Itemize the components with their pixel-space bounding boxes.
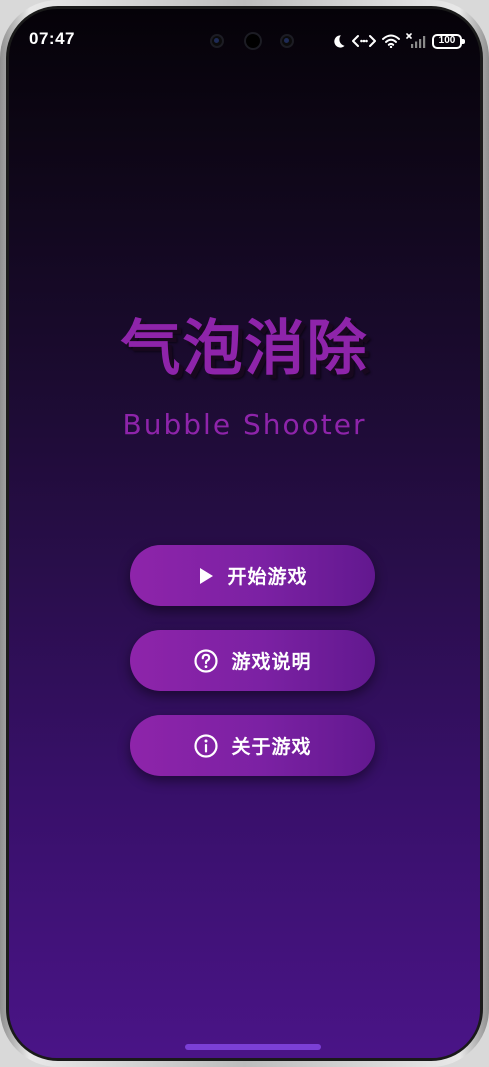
app-title: 气泡消除 bbox=[120, 314, 369, 384]
about-game-button[interactable]: 关于游戏 bbox=[130, 715, 375, 776]
status-icons: 100 bbox=[331, 33, 465, 49]
app-subtitle: Bubble Shooter bbox=[122, 408, 367, 441]
start-game-label: 开始游戏 bbox=[227, 566, 308, 588]
game-instructions-label: 游戏说明 bbox=[231, 651, 312, 673]
phone-bezel: 07:47 100 气泡消除 Bubble Shooter 开始游戏 游戏说明 … bbox=[6, 6, 483, 1061]
wifi-icon bbox=[382, 34, 400, 48]
game-instructions-button[interactable]: 游戏说明 bbox=[130, 630, 375, 691]
play-icon bbox=[197, 566, 215, 586]
front-sensor-left bbox=[210, 34, 224, 48]
moon-icon bbox=[331, 34, 346, 49]
app-screen: 07:47 100 气泡消除 Bubble Shooter 开始游戏 游戏说明 … bbox=[9, 9, 480, 1058]
about-game-label: 关于游戏 bbox=[231, 736, 312, 758]
status-bar: 07:47 100 bbox=[9, 9, 480, 53]
info-circle-icon bbox=[193, 733, 219, 759]
data-transfer-icon bbox=[352, 34, 376, 48]
phone-frame: 07:47 100 气泡消除 Bubble Shooter 开始游戏 游戏说明 … bbox=[0, 0, 489, 1067]
battery-level: 100 bbox=[438, 35, 456, 46]
help-circle-icon bbox=[193, 648, 219, 674]
status-time: 07:47 bbox=[29, 29, 75, 48]
home-indicator[interactable] bbox=[185, 1044, 321, 1050]
battery-icon: 100 bbox=[432, 33, 465, 49]
front-sensor-right bbox=[280, 34, 294, 48]
start-game-button[interactable]: 开始游戏 bbox=[130, 545, 375, 606]
front-camera bbox=[244, 32, 262, 50]
signal-off-icon bbox=[406, 33, 426, 49]
